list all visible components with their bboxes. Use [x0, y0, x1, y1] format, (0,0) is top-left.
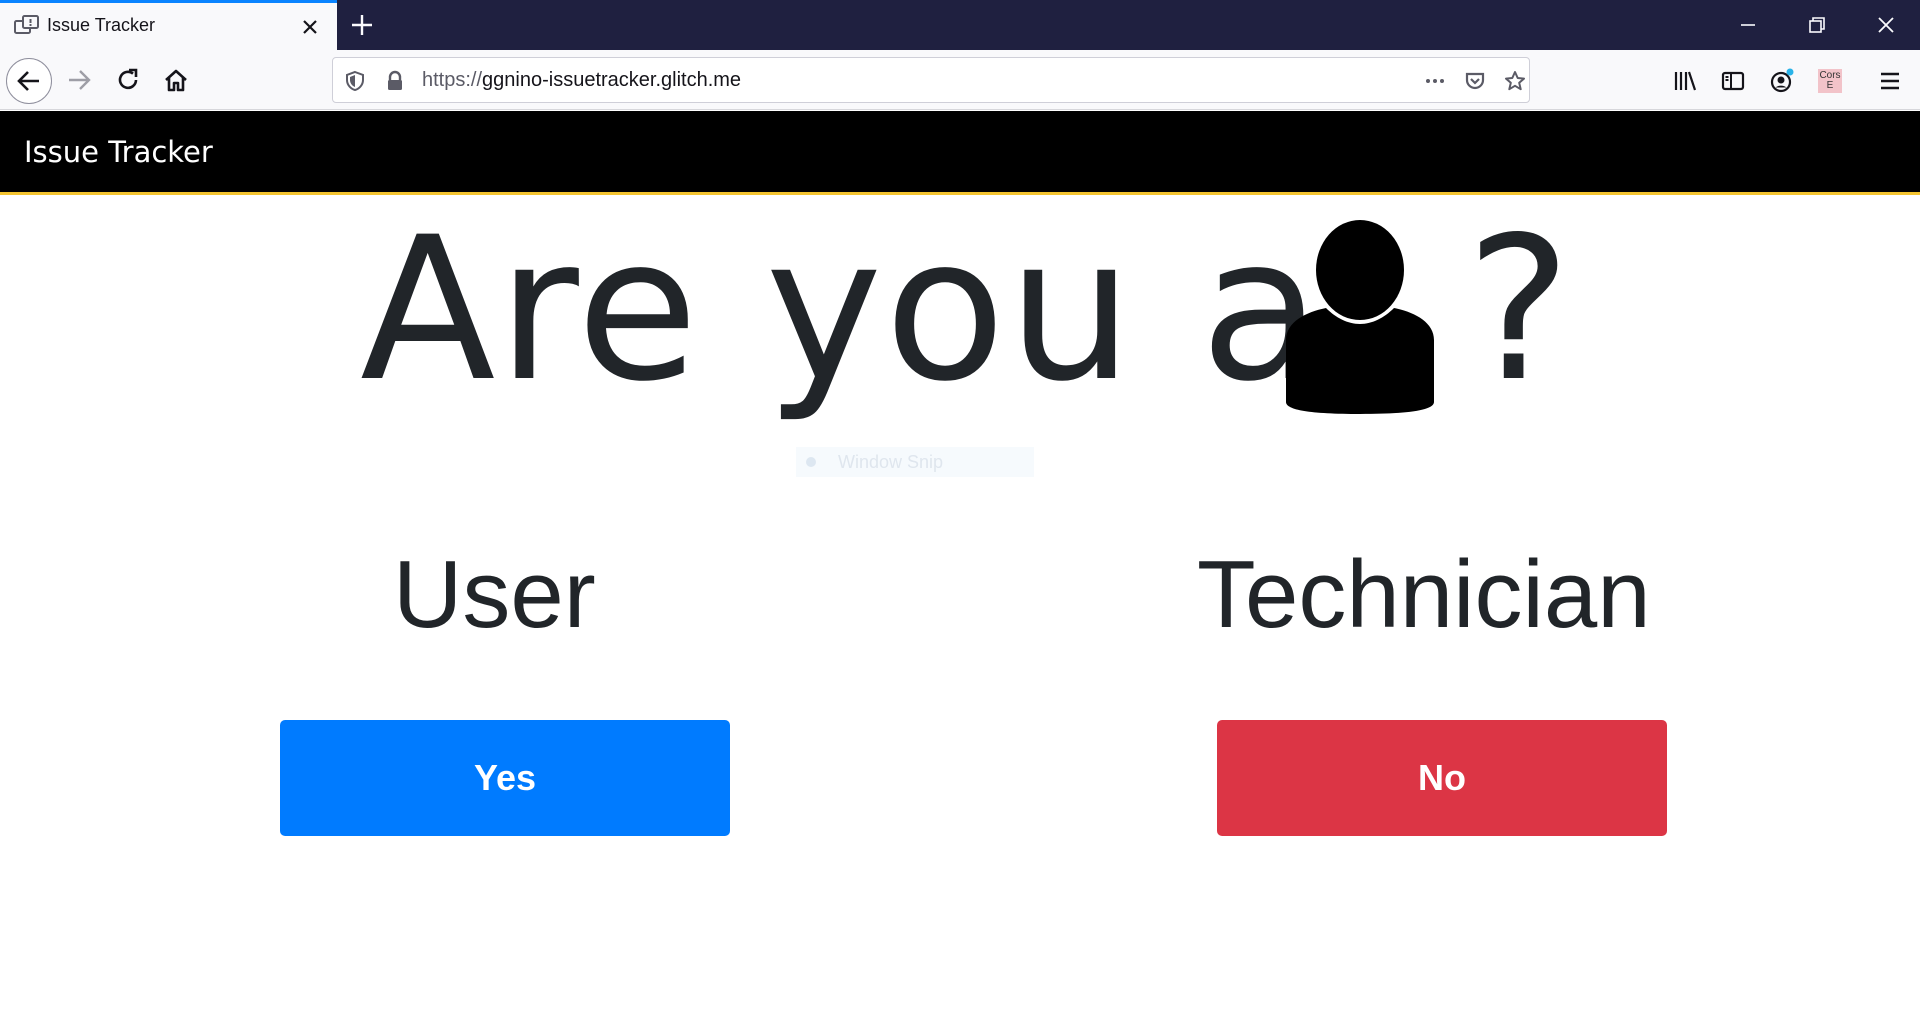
site-brand[interactable]: Issue Tracker: [24, 135, 213, 169]
site-header: Issue Tracker: [0, 111, 1920, 195]
back-button[interactable]: [6, 58, 52, 104]
role-label-technician: Technician: [1197, 541, 1651, 648]
lock-icon[interactable]: [383, 69, 407, 93]
headline-question-mark: ?: [1466, 194, 1574, 425]
shield-icon[interactable]: [343, 69, 367, 93]
more-actions-icon[interactable]: [1423, 69, 1447, 93]
restore-icon[interactable]: [1802, 10, 1832, 40]
close-tab-icon[interactable]: [298, 15, 322, 39]
arrow-right-icon: [69, 70, 91, 90]
arrow-left-icon: [17, 71, 39, 91]
home-button[interactable]: [158, 62, 194, 98]
bookmark-star-icon[interactable]: [1503, 69, 1527, 93]
menu-icon[interactable]: [1876, 67, 1904, 95]
window-snip-overlay: Window Snip: [796, 447, 1034, 477]
new-tab-icon[interactable]: [347, 10, 377, 40]
library-icon[interactable]: [1671, 67, 1699, 95]
sidebar-icon[interactable]: [1719, 67, 1747, 95]
url-protocol: https://: [422, 69, 483, 91]
address-bar[interactable]: https://ggnino-issuetracker.glitch.me: [332, 57, 1530, 103]
account-icon[interactable]: [1768, 67, 1796, 95]
yes-button[interactable]: Yes: [280, 720, 730, 836]
reload-icon: [118, 68, 138, 90]
url-host: ggnino-issuetracker.glitch.me: [482, 69, 742, 91]
home-icon: [165, 69, 187, 92]
window-titlebar: Issue Tracker: [0, 0, 1920, 50]
tab-title: Issue Tracker: [47, 15, 156, 35]
minimize-icon[interactable]: [1733, 10, 1763, 40]
role-label-user: User: [393, 541, 596, 648]
forward-button[interactable]: [62, 62, 98, 98]
url-text[interactable]: https://ggnino-issuetracker.glitch.me: [422, 69, 741, 92]
headline-text: Are you a: [360, 194, 1324, 425]
person-icon: [1286, 220, 1434, 414]
snip-label: Window Snip: [838, 452, 944, 472]
browser-toolbar: https://ggnino-issuetracker.glitch.me Co…: [0, 50, 1920, 110]
no-button[interactable]: No: [1217, 720, 1667, 836]
feedback-icon: [14, 15, 39, 34]
cors-extension-icon[interactable]: Cors E: [1818, 69, 1842, 93]
close-window-icon[interactable]: [1871, 10, 1901, 40]
snip-indicator-icon: [806, 457, 816, 467]
reload-button[interactable]: [110, 62, 146, 98]
pocket-icon[interactable]: [1463, 69, 1487, 93]
browser-tab-issue-tracker[interactable]: Issue Tracker: [0, 0, 337, 50]
page-headline: Are you a ?: [360, 200, 1571, 430]
